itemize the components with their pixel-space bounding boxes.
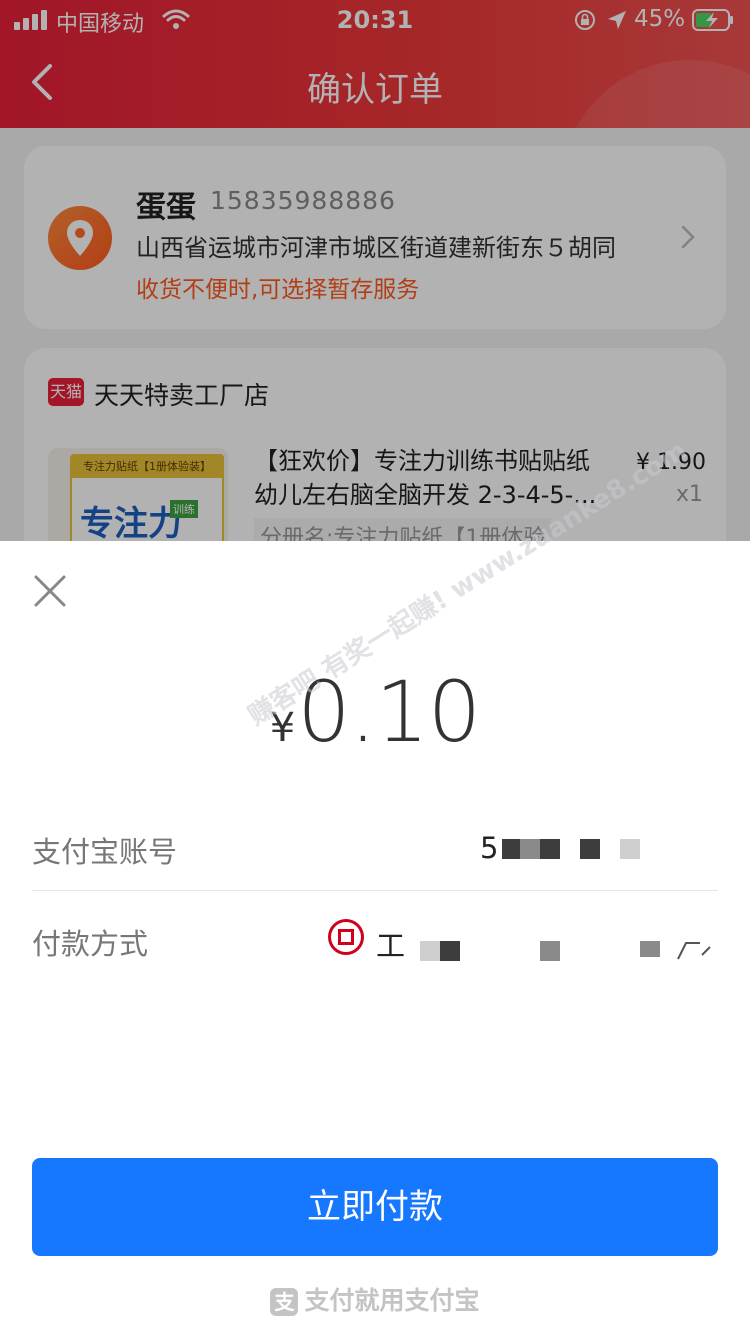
- redaction-block: [520, 839, 540, 859]
- redaction-block: [440, 941, 460, 961]
- redaction-block: [580, 839, 600, 859]
- account-value: 5: [480, 831, 499, 865]
- row-divider: [32, 890, 718, 891]
- redaction-block: [540, 941, 560, 961]
- redaction-block: [620, 839, 640, 859]
- payment-amount: ¥0.10: [0, 663, 750, 761]
- footer-slogan: 支付就用支付宝: [304, 1286, 480, 1315]
- close-icon[interactable]: [32, 573, 68, 609]
- alipay-logo-icon: 支: [270, 1288, 299, 1316]
- redaction-block: [420, 941, 440, 961]
- redaction-block: [640, 941, 660, 957]
- pay-now-button[interactable]: 立即付款: [32, 1158, 718, 1256]
- redaction-block: [502, 839, 522, 859]
- alipay-footer: 支支付就用支付宝: [0, 1281, 750, 1317]
- payment-method-value[interactable]: 工: [376, 923, 405, 965]
- account-label: 支付宝账号: [32, 835, 178, 869]
- icbc-logo-icon: [328, 919, 364, 955]
- payment-method-label: 付款方式: [32, 927, 149, 961]
- redaction-block: [540, 839, 560, 859]
- redaction-block: [677, 942, 711, 960]
- payment-sheet: ¥0.10 赚客吧 有奖一起赚! www.zuanke8.com 支付宝账号 5…: [0, 436, 750, 1334]
